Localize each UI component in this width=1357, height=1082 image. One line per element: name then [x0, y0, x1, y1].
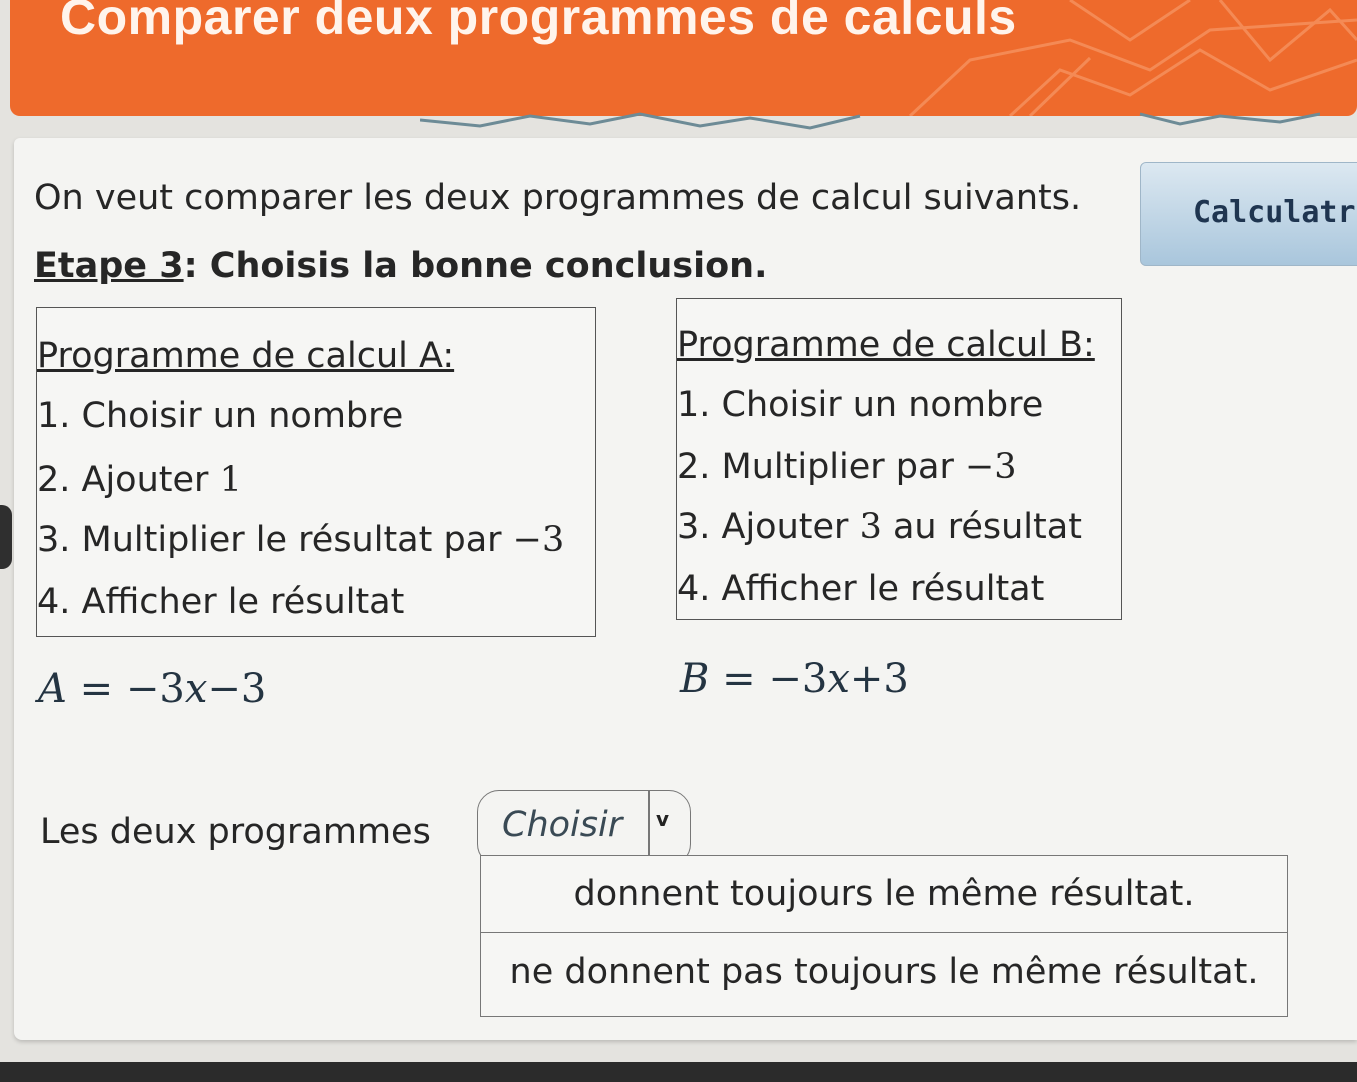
step-instruction: Etape 3: Choisis la bonne conclusion.	[34, 246, 767, 286]
select-divider	[648, 791, 650, 865]
program-b-step: 1. Choisir un nombre	[677, 385, 1044, 425]
program-a-step: 4. Afficher le résultat	[37, 582, 405, 622]
program-a-step: 1. Choisir un nombre	[37, 396, 404, 436]
step-text: : Choisis la bonne conclusion.	[183, 246, 768, 286]
strip-decoration	[420, 112, 1320, 130]
program-a-step: 3. Multiplier le résultat par −3	[37, 520, 565, 560]
calculator-button[interactable]: Calculatri	[1140, 162, 1357, 266]
intro-text: On veut comparer les deux programmes de …	[34, 178, 1082, 218]
option-same-result[interactable]: donnent toujours le même résultat.	[481, 856, 1287, 933]
program-a-title: Programme de calcul A:	[37, 336, 455, 376]
formula-b-var: B	[680, 656, 710, 702]
bottom-bezel	[0, 1062, 1357, 1082]
option-not-same-result[interactable]: ne donnent pas toujours le même résultat…	[481, 934, 1287, 1010]
select-value: Choisir	[502, 805, 623, 845]
program-b-step: 3. Ajouter 3 au résultat	[677, 507, 1082, 547]
program-b-step: 2. Multiplier par −3	[677, 447, 1017, 487]
program-b-step: 4. Afficher le résultat	[677, 569, 1045, 609]
program-a-box: Programme de calcul A: 1. Choisir un nom…	[36, 307, 596, 637]
header-banner: Comparer deux programmes de calculs	[10, 0, 1357, 116]
left-edge-tab[interactable]	[0, 505, 12, 569]
formula-b: B = −3x+3	[680, 656, 909, 702]
formula-a: A = −3x−3	[38, 666, 267, 712]
formula-a-var: A	[38, 666, 67, 712]
program-b-title: Programme de calcul B:	[677, 325, 1095, 365]
select-options-list: donnent toujours le même résultat. ne do…	[480, 855, 1288, 1017]
chevron-down-icon: v	[656, 807, 670, 831]
page-title: Comparer deux programmes de calculs	[60, 0, 1017, 45]
calculator-button-label: Calculatri	[1193, 195, 1357, 230]
conclusion-text: Les deux programmes	[40, 812, 431, 852]
program-b-box: Programme de calcul B: 1. Choisir un nom…	[676, 298, 1122, 620]
program-a-step: 2. Ajouter 1	[37, 460, 242, 500]
step-label: Etape 3	[34, 246, 184, 286]
